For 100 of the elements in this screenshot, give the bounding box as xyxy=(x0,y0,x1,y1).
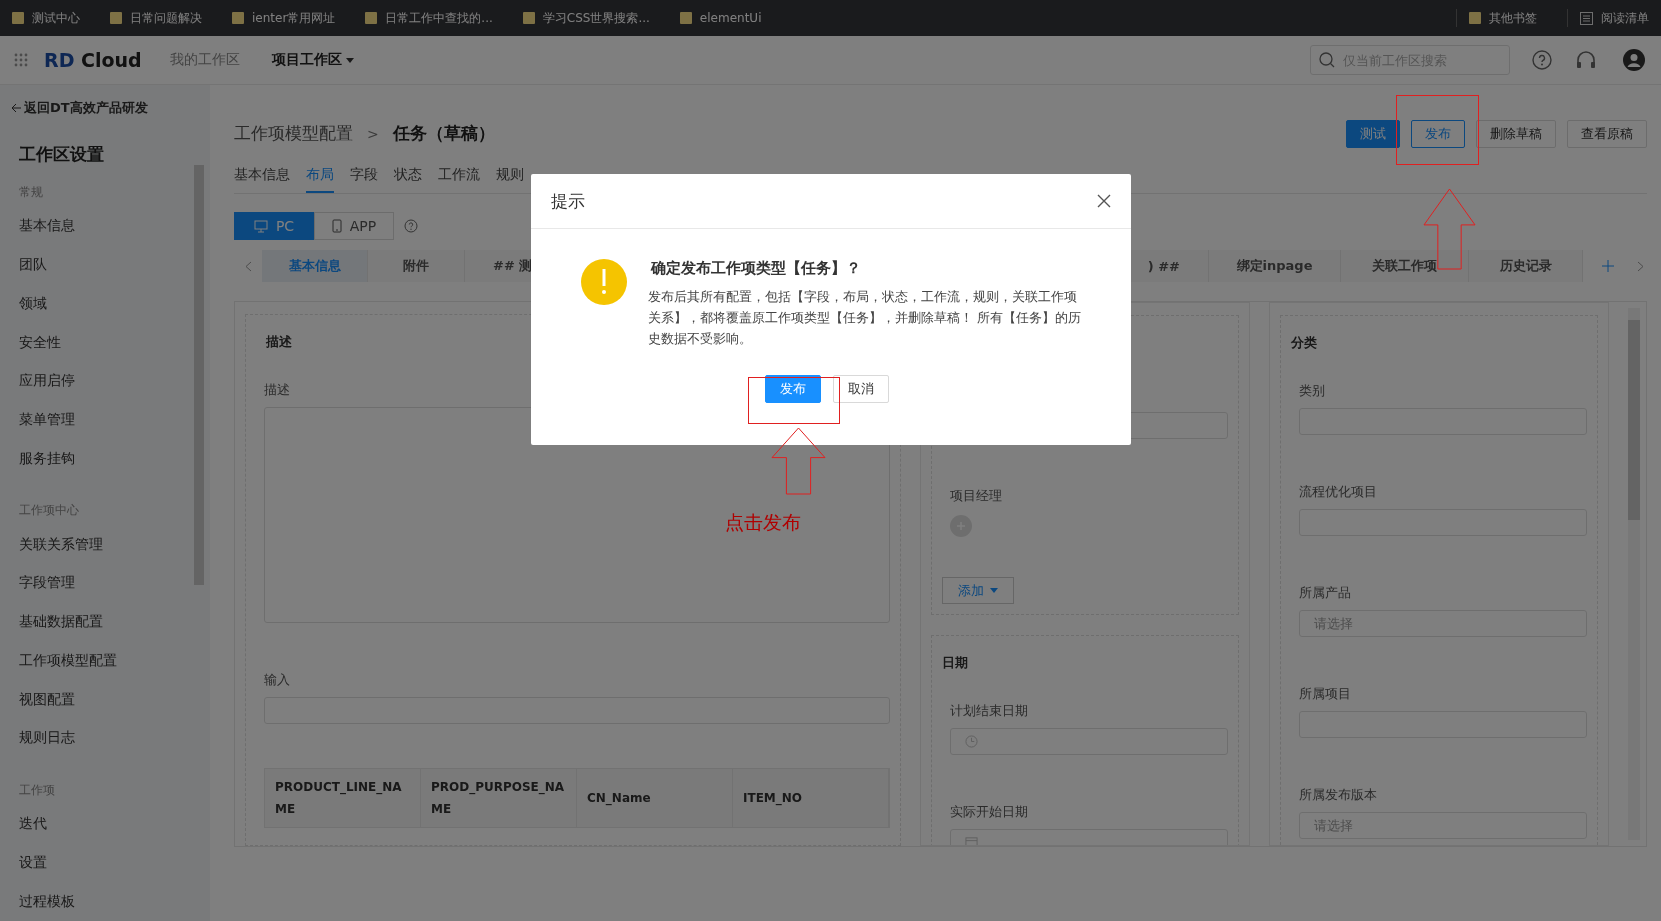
bookmark[interactable]: elementUi xyxy=(679,11,762,25)
bookmark[interactable]: 其他书签 xyxy=(1469,9,1537,27)
folder-icon xyxy=(12,11,24,25)
bookmark[interactable]: 日常工作中查找的... xyxy=(365,9,493,27)
field-label: 所属发布版本 xyxy=(1299,786,1377,804)
bookmark[interactable]: 阅读清单 xyxy=(1580,9,1649,27)
folder-icon xyxy=(1469,11,1481,25)
folder-icon xyxy=(110,11,122,25)
sidebar-item[interactable]: 迭代 xyxy=(19,804,210,844)
layout-tab[interactable]: 附件 xyxy=(368,250,465,282)
monitor-icon xyxy=(253,219,268,233)
dialog-button[interactable]: 取消 xyxy=(833,375,889,403)
nav-link[interactable]: 项目工作区 xyxy=(271,51,354,69)
help-icon[interactable] xyxy=(404,219,418,233)
layout-tab[interactable]: 基本信息 xyxy=(262,250,368,282)
nav-link[interactable]: 我的工作区 xyxy=(169,51,240,69)
tab[interactable]: 字段 xyxy=(350,166,378,193)
section-title: 描述 xyxy=(266,333,292,351)
search-icon xyxy=(1319,52,1335,68)
bookmark[interactable]: 测试中心 xyxy=(12,9,80,27)
tab[interactable]: 工作流 xyxy=(438,166,480,193)
back-link[interactable]: 返回DT高效产品研发 xyxy=(11,99,210,117)
sidebar-item[interactable]: 设置 xyxy=(19,843,210,883)
folder-icon xyxy=(232,11,244,25)
device-toggle[interactable]: PC xyxy=(234,212,314,240)
layout-tab[interactable]: 历史记录 xyxy=(1469,250,1583,282)
sidebar-item[interactable]: 字段管理 xyxy=(19,564,210,603)
sidebar-item[interactable]: 应用启停 xyxy=(19,362,210,401)
folder-icon xyxy=(522,11,535,25)
tab[interactable]: 基本信息 xyxy=(234,166,290,193)
sidebar-item[interactable]: 基本信息 xyxy=(19,207,210,246)
list-icon xyxy=(1580,11,1593,25)
field-label: 计划结束日期 xyxy=(950,702,1028,720)
tab[interactable]: 状态 xyxy=(394,166,422,193)
device-toggle[interactable]: APP xyxy=(314,212,394,240)
page-title: 任务（草稿） xyxy=(392,122,495,145)
field-label: 所属项目 xyxy=(1299,685,1351,703)
bookmark[interactable]: 日常问题解决 xyxy=(110,9,202,27)
chevron-right-icon[interactable] xyxy=(1636,260,1644,272)
sidebar-item[interactable]: 服务挂钩 xyxy=(19,439,210,479)
sidebar-item[interactable]: 过程模板 xyxy=(19,882,210,921)
table-header-cell: CN_Name xyxy=(577,769,733,827)
field-label: 项目经理 xyxy=(950,487,1002,505)
action-button[interactable]: 查看原稿 xyxy=(1567,119,1647,148)
sidebar-item[interactable]: 规则日志 xyxy=(19,719,210,758)
logo[interactable]: RD Cloud xyxy=(44,49,142,71)
sidebar-item[interactable]: 工作项模型配置 xyxy=(19,641,210,681)
folder-icon xyxy=(679,11,692,25)
field-label: 实际开始日期 xyxy=(950,803,1028,821)
bookmark[interactable]: ienter常用网址 xyxy=(232,9,336,27)
dialog-title: 提示 xyxy=(551,189,585,213)
sidebar-title: 工作区设置 xyxy=(19,143,105,166)
breadcrumb-separator: > xyxy=(367,125,379,142)
caret-icon xyxy=(990,588,998,593)
apps-grid-icon[interactable] xyxy=(14,53,28,67)
date-field[interactable] xyxy=(950,728,1228,755)
headset-icon[interactable] xyxy=(1575,50,1597,70)
phone-icon xyxy=(331,219,342,233)
breadcrumb-link[interactable]: 工作项模型配置 xyxy=(234,122,353,145)
help-icon[interactable] xyxy=(1532,50,1552,70)
tab[interactable]: 布局 xyxy=(306,166,334,193)
section-title: 日期 xyxy=(942,654,968,672)
field-label: 流程优化项目 xyxy=(1299,483,1377,501)
tab[interactable]: 规则 xyxy=(496,166,524,193)
dialog-heading: 确定发布工作项类型【任务】？ xyxy=(651,259,862,278)
action-button[interactable]: 发布 xyxy=(1411,119,1465,148)
dialog-message: 发布后其所有配置，包括【字段，布局，状态，工作流，规则，关联工作项关系】，都将覆盖原工作项类型【任务】，并删除草稿！ 所有【任务】的历史数据不受影响。 xyxy=(648,288,1082,348)
sidebar-item[interactable]: 关联关系管理 xyxy=(19,525,210,564)
scrollbar[interactable] xyxy=(1628,308,1640,840)
back-arrow-icon xyxy=(11,103,22,113)
table-header-cell: PROD_PURPOSE_NAME xyxy=(421,769,577,827)
callout-arrow xyxy=(771,427,826,495)
sidebar-item[interactable]: 视图配置 xyxy=(19,680,210,719)
action-button[interactable]: 测试 xyxy=(1346,119,1400,148)
folder-icon xyxy=(365,11,378,25)
table-header-cell: PRODUCT_LINE_NAME xyxy=(265,769,421,827)
sidebar-item[interactable]: 安全性 xyxy=(19,323,210,362)
clock-icon xyxy=(965,735,978,748)
sidebar-item[interactable]: 基础数据配置 xyxy=(19,602,210,642)
section-title: 分类 xyxy=(1291,334,1317,352)
field-label: 描述 xyxy=(264,381,290,399)
close-icon[interactable] xyxy=(1097,194,1111,208)
dialog-button[interactable]: 发布 xyxy=(765,375,821,403)
sidebar-item[interactable]: 菜单管理 xyxy=(19,400,210,440)
layout-tab[interactable]: 绑定inpage xyxy=(1209,250,1341,282)
action-button[interactable]: 删除草稿 xyxy=(1476,119,1556,148)
add-dropdown-button[interactable]: 添加 xyxy=(942,577,1014,604)
chevron-left-icon[interactable] xyxy=(244,260,252,272)
callout-text: 点击发布 xyxy=(725,510,801,535)
field-label: 输入 xyxy=(264,671,290,689)
bookmark[interactable]: 学习CSS世界搜索... xyxy=(522,9,650,27)
sidebar-item[interactable]: 领域 xyxy=(19,284,210,324)
table-header-cell: ITEM_NO xyxy=(733,769,889,827)
avatar-icon[interactable] xyxy=(1623,49,1645,71)
field-label: 所属产品 xyxy=(1299,584,1351,602)
warning-icon xyxy=(581,259,627,305)
layout-tab[interactable]: 关联工作项 xyxy=(1341,250,1469,282)
plus-icon[interactable] xyxy=(1602,260,1614,272)
sidebar-item[interactable]: 团队 xyxy=(19,245,210,285)
field-label: 类别 xyxy=(1299,382,1325,400)
